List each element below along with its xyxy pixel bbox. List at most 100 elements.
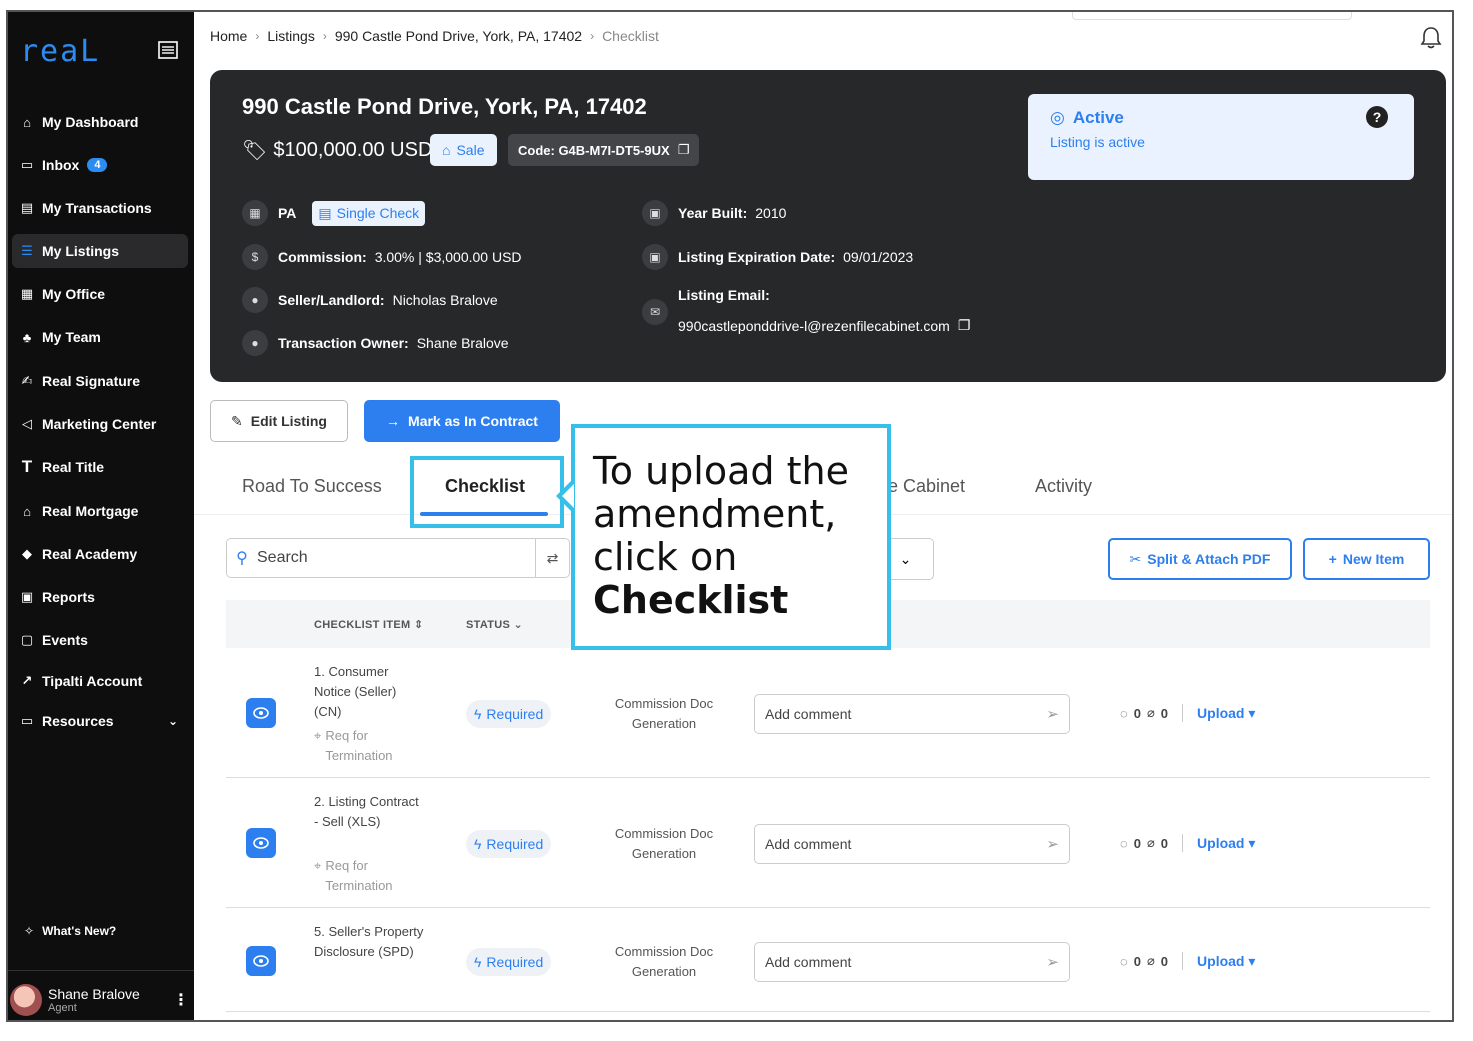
breadcrumb-home[interactable]: Home [210,28,247,44]
paperclip-icon: ⌀ [1146,835,1155,850]
breadcrumb-listing[interactable]: 990 Castle Pond Drive, York, PA, 17402 [335,28,582,44]
doc-owner: Commission Doc Generation [614,944,714,979]
send-icon[interactable]: ➢ [1046,705,1059,723]
status-value: Active [1072,108,1124,127]
comment-input[interactable]: Add comment ➢ [754,694,1070,734]
sidebar-item-tipalti[interactable]: ↗ Tipalti Account [12,664,188,698]
seller-row: ● Seller/Landlord: Nicholas Bralove [242,287,498,313]
app-window: reaL ⌂ My Dashboard ▭ Inbox 4 ▤ My Transacti… [6,10,1454,1022]
comment-bubble-icon: ◌ [1120,705,1128,721]
comment-bubble-icon: ◌ [1120,835,1128,851]
calendar-icon: ▢ [20,632,34,647]
divider [8,970,194,971]
menu-toggle-icon[interactable] [158,40,178,60]
bell-icon[interactable] [1420,26,1442,50]
clipboard-icon: ▤ [20,200,34,215]
comment-input[interactable]: Add comment ➢ [754,942,1070,982]
mark-in-contract-label: Mark as In Contract [408,413,538,429]
graduation-cap-icon: ◆ [22,546,32,561]
column-header-status[interactable]: STATUS ⌄ [466,618,523,631]
user-role: Agent [48,1002,77,1014]
top-search-field[interactable] [1072,12,1352,20]
upload-dropdown[interactable]: Upload ▾ [1197,705,1255,722]
doc-owner: Commission Doc Generation [614,826,714,861]
new-item-button[interactable]: + New Item [1303,538,1430,580]
sidebar-item-mortgage[interactable]: ⌂ Real Mortgage [12,494,188,528]
send-icon[interactable]: ➢ [1046,835,1059,853]
sidebar-item-transactions[interactable]: ▤ My Transactions [12,191,188,225]
sidebar-item-signature[interactable]: ✍ Real Signature [12,364,188,398]
divider [1182,834,1184,852]
sidebar-item-label: Tipalti Account [42,673,143,689]
sidebar-item-listings[interactable]: ☰ My Listings [12,234,188,268]
kebab-menu-icon[interactable]: ⋮ [173,990,189,1010]
mark-in-contract-button[interactable]: → Mark as In Contract [364,400,560,442]
user-name: Shane Bralove [48,986,140,1002]
search-input[interactable]: ⚲ Search ⇄ [226,538,570,578]
user-profile[interactable]: Shane Bralove Agent [10,984,140,1016]
listing-code[interactable]: Code: G4B-M7I-DT5-9UX ❐ [508,134,700,166]
avatar [10,984,42,1016]
tag-label: Req for Termination [325,728,393,763]
tab-activity[interactable]: Activity [1035,476,1092,497]
checklist-item-tag: ⌖ Req for Termination [314,726,415,766]
sidebar-item-label: My Listings [42,243,120,259]
check-icon: ▤ [318,204,332,221]
table-row: 1. Consumer Notice (Seller) (CN) ⌖ Req fo… [226,650,1430,778]
breadcrumb-listings[interactable]: Listings [267,28,314,44]
filter-toggle-icon[interactable]: ⇄ [535,539,569,577]
column-header-checklist-item[interactable]: CHECKLIST ITEM ⇕ [314,618,423,631]
sort-down-icon: ⌄ [513,619,524,631]
attachment-count: 0 [1160,835,1169,851]
listing-title: 990 Castle Pond Drive, York, PA, 17402 [242,94,647,119]
status-label: Required [486,706,544,722]
state-icon: ▦ [242,200,268,226]
sidebar-item-inbox[interactable]: ▭ Inbox 4 [12,148,188,182]
sidebar-item-label: Resources [42,713,114,729]
status-title: ◎ Active [1050,108,1124,128]
column-label: STATUS [466,619,511,631]
person-icon: ● [242,330,268,356]
sidebar-item-academy[interactable]: ◆ Real Academy [12,537,188,571]
seller-label: Seller/Landlord: [278,292,385,308]
send-icon[interactable]: ➢ [1046,953,1059,971]
sidebar-item-title[interactable]: T Real Title [12,450,188,484]
help-icon[interactable]: ? [1366,106,1388,128]
sidebar-item-events[interactable]: ▢ Events [12,623,188,657]
year-row: ▣ Year Built: 2010 [642,200,786,226]
sidebar-item-reports[interactable]: ▣ Reports [12,580,188,614]
upload-dropdown[interactable]: Upload ▾ [1197,953,1255,970]
sidebar-item-dashboard[interactable]: ⌂ My Dashboard [12,105,188,139]
eye-icon[interactable] [246,828,276,858]
whats-new-link[interactable]: ✧ What's New? [24,924,116,938]
sidebar-item-marketing[interactable]: ◁ Marketing Center [12,407,188,441]
search-icon: ⚲ [236,550,248,567]
callout-text: To upload the amendment, click on [593,449,849,579]
comment-count: 0 [1133,705,1141,721]
envelope-icon: ✉ [642,299,668,325]
copy-icon[interactable]: ❐ [958,317,971,334]
sidebar-item-office[interactable]: ▦ My Office [12,277,188,311]
paperclip-icon: ⌀ [1146,705,1155,720]
copy-icon[interactable]: ❐ [678,142,690,158]
arrow-right-icon: → [386,413,401,429]
sidebar-item-team[interactable]: ♣ My Team [12,320,188,354]
edit-listing-button[interactable]: ✎ Edit Listing [210,400,348,442]
expiration-label: Listing Expiration Date: [678,249,836,265]
comment-input[interactable]: Add comment ➢ [754,824,1070,864]
eye-icon[interactable] [246,698,276,728]
status-subtitle: Listing is active [1050,134,1145,150]
folder-icon: ▭ [20,713,34,728]
comment-count: 0 [1133,953,1141,969]
column-label: CHECKLIST ITEM [314,619,411,631]
state-value: PA [278,205,297,221]
eye-icon[interactable] [246,946,276,976]
price-value: $100,000.00 USD [273,139,433,161]
tab-file-cabinet[interactable]: e Cabinet [888,476,965,497]
tab-road-to-success[interactable]: Road To Success [242,476,382,497]
sidebar-item-resources[interactable]: ▭ Resources ⌄ [12,704,188,738]
expiration-value: 09/01/2023 [843,249,914,265]
upload-dropdown[interactable]: Upload ▾ [1197,835,1255,852]
split-attach-pdf-button[interactable]: ✂ Split & Attach PDF [1108,538,1292,580]
breadcrumb: Home › Listings › 990 Castle Pond Drive,… [210,28,659,44]
